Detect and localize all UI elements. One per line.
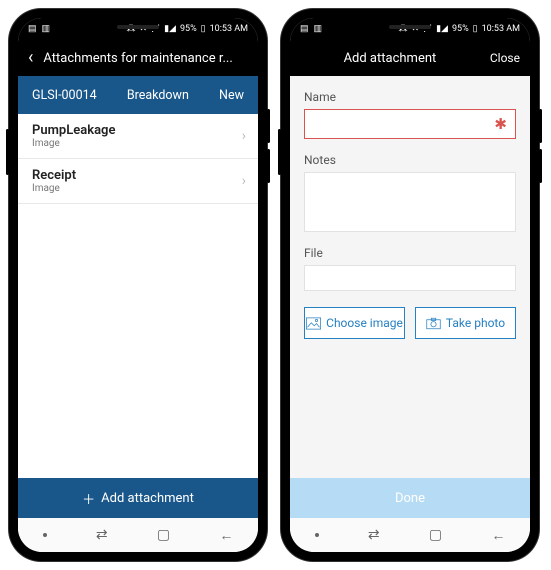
choose-image-button[interactable]: Choose image (304, 307, 405, 339)
chevron-right-icon: › (242, 128, 246, 144)
nav-dot-icon (43, 533, 47, 537)
battery-icon: ▯ (473, 24, 478, 34)
notes-label: Notes (304, 153, 516, 167)
recents-icon[interactable]: ⇄ (96, 527, 108, 543)
status-bar: ▤ ▥ ⁂ ✕ ⋰ ▮◢ 95% ▯ 10:53 AM (18, 18, 258, 40)
file-label: File (304, 246, 516, 260)
battery-pct: 95% (452, 24, 469, 34)
page-title: Attachments for maintenance r... (43, 51, 248, 66)
take-photo-button[interactable]: Take photo (415, 307, 516, 339)
add-attachment-label: Add attachment (101, 491, 194, 506)
battery-icon: ▯ (201, 24, 206, 34)
mute-icon: ✕ (412, 24, 420, 34)
back-icon[interactable]: ‹ (28, 49, 33, 67)
take-photo-label: Take photo (446, 316, 505, 330)
battery-pct: 95% (180, 24, 197, 34)
name-field[interactable]: ✱ (304, 109, 516, 139)
app-icon: ▥ (314, 24, 323, 34)
home-icon[interactable]: ▢ (429, 527, 442, 543)
home-icon[interactable]: ▢ (157, 527, 170, 543)
plus-icon: ＋ (82, 489, 95, 508)
attachment-type: Image (32, 138, 244, 149)
app-icon: ▥ (42, 24, 51, 34)
android-nav-bar: ⇄ ▢ ← (290, 518, 530, 552)
choose-image-label: Choose image (326, 316, 403, 330)
close-button[interactable]: Close (490, 51, 520, 65)
attachment-type: Image (32, 183, 244, 194)
app-header: Add attachment Close (290, 40, 530, 76)
wifi-icon: ⋰ (423, 24, 432, 34)
done-label: Done (395, 491, 425, 506)
attachment-name: PumpLeakage (32, 123, 244, 138)
attachment-name: Receipt (32, 168, 244, 183)
list-item[interactable]: Receipt Image › (18, 159, 258, 204)
record-info-bar: GLSI-00014 Breakdown New (18, 76, 258, 114)
attachment-form: Name ✱ Notes File Choose image Take phot… (290, 76, 530, 478)
list-item[interactable]: PumpLeakage Image › (18, 114, 258, 159)
record-type: Breakdown (127, 88, 189, 103)
page-title: Add attachment (300, 51, 480, 66)
screen-right: ▤ ▥ ⁂ ✕ ⋰ ▮◢ 95% ▯ 10:53 AM Add attachme… (290, 18, 530, 552)
notes-field[interactable] (304, 172, 516, 232)
mute-icon: ✕ (140, 24, 148, 34)
chevron-right-icon: › (242, 173, 246, 189)
record-status: New (219, 88, 244, 103)
image-icon (306, 317, 321, 330)
file-field[interactable] (304, 265, 516, 291)
back-nav-icon[interactable]: ← (491, 527, 505, 544)
screen-left: ▤ ▥ ⁂ ✕ ⋰ ▮◢ 95% ▯ 10:53 AM ‹ Attachment… (18, 18, 258, 552)
bluetooth-icon: ⁂ (399, 24, 408, 34)
android-nav-bar: ⇄ ▢ ← (18, 518, 258, 552)
signal-icon: ▮◢ (164, 24, 176, 34)
status-bar: ▤ ▥ ⁂ ✕ ⋰ ▮◢ 95% ▯ 10:53 AM (290, 18, 530, 40)
required-icon: ✱ (494, 115, 507, 133)
sim-icon: ▤ (28, 24, 37, 34)
recents-icon[interactable]: ⇄ (368, 527, 380, 543)
signal-icon: ▮◢ (436, 24, 448, 34)
done-button[interactable]: Done (290, 478, 530, 518)
wifi-icon: ⋰ (151, 24, 160, 34)
add-attachment-button[interactable]: ＋ Add attachment (18, 478, 258, 518)
app-header: ‹ Attachments for maintenance r... (18, 40, 258, 76)
name-label: Name (304, 90, 516, 104)
sim-icon: ▤ (300, 24, 309, 34)
clock: 10:53 AM (482, 24, 520, 34)
phone-right: ▤ ▥ ⁂ ✕ ⋰ ▮◢ 95% ▯ 10:53 AM Add attachme… (281, 9, 539, 561)
record-id: GLSI-00014 (32, 88, 97, 103)
bluetooth-icon: ⁂ (127, 24, 136, 34)
camera-icon (426, 317, 441, 330)
clock: 10:53 AM (210, 24, 248, 34)
back-nav-icon[interactable]: ← (219, 527, 233, 544)
phone-left: ▤ ▥ ⁂ ✕ ⋰ ▮◢ 95% ▯ 10:53 AM ‹ Attachment… (9, 9, 267, 561)
attachment-list: PumpLeakage Image › Receipt Image › ＋ Ad… (18, 114, 258, 518)
nav-dot-icon (315, 533, 319, 537)
